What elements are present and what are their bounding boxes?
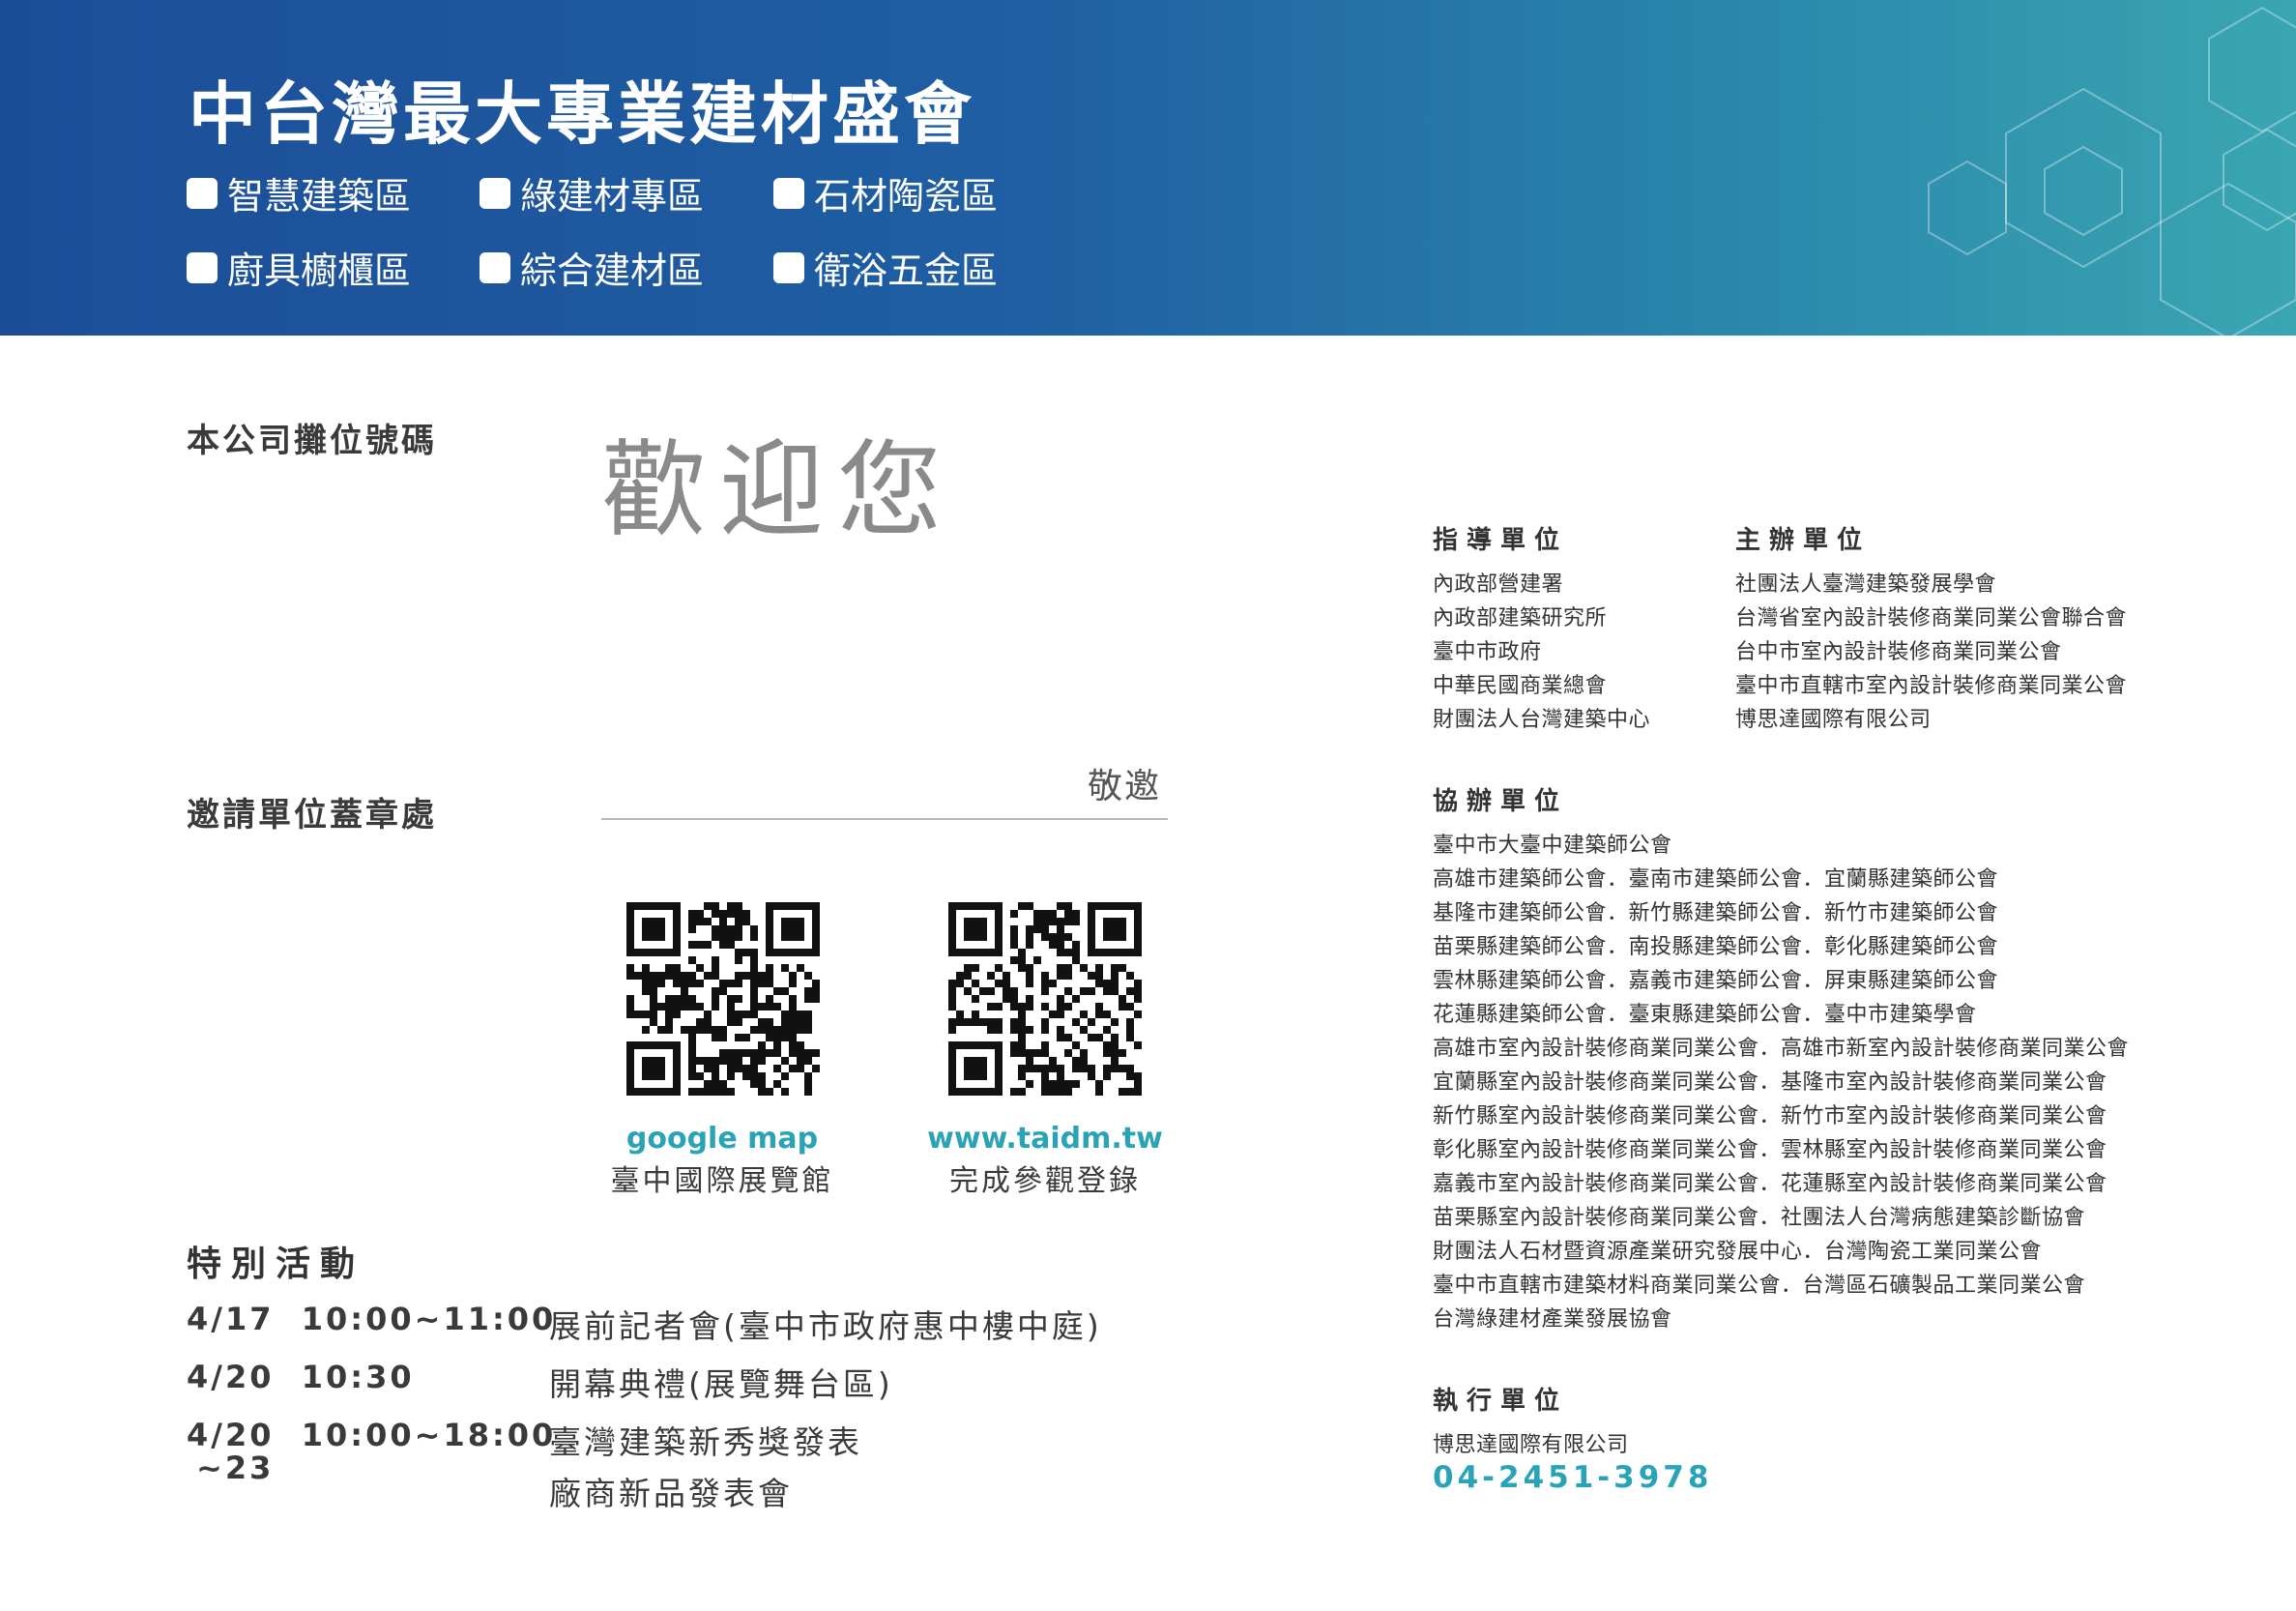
qr-caption-google-map: google map	[625, 1122, 819, 1156]
booth-number-label: 本公司攤位號碼	[187, 422, 437, 460]
hexagon-decoration-icon	[1928, 6, 2296, 336]
banner-title: 中台灣最大專業建材盛會	[189, 74, 975, 154]
co-unit-item: 基隆市建築師公會．新竹縣建築師公會．新竹市建築師公會	[1433, 901, 1999, 925]
welcome-text: 歡迎您	[601, 430, 956, 551]
host-unit-item: 博思達國際有限公司	[1735, 708, 1932, 732]
exec-company: 博思達國際有限公司	[1433, 1433, 1629, 1457]
zone-label: 廚具櫥櫃區	[227, 249, 412, 292]
zone-item: 廚具櫥櫃區	[187, 241, 411, 294]
zone-label: 綠建材專區	[520, 175, 705, 218]
zone-label: 綜合建材區	[520, 249, 705, 292]
qr-caption-website: www.taidm.tw	[927, 1122, 1163, 1156]
checkbox-icon	[480, 251, 510, 283]
zone-item: 衛浴五金區	[773, 241, 998, 294]
checkbox-icon	[480, 177, 510, 209]
co-unit-item: 台灣綠建材產業發展協會	[1433, 1307, 1672, 1332]
host-units-title: 主辦單位	[1735, 526, 1872, 555]
activities-title: 特別活動	[187, 1245, 365, 1284]
co-unit-item: 新竹縣室內設計裝修商業同業公會．新竹市室內設計裝修商業同業公會	[1433, 1104, 2107, 1128]
activity-date: 4/17 10:00~11:00	[187, 1301, 557, 1337]
activity-desc-2: 廠商新品發表會	[549, 1475, 793, 1512]
guide-units-title: 指導單位	[1433, 526, 1569, 555]
exec-unit-title: 執行單位	[1433, 1387, 1569, 1416]
co-unit-item: 臺中市大臺中建築師公會	[1433, 834, 1672, 858]
guide-unit-item: 臺中市政府	[1433, 640, 1542, 664]
co-unit-item: 高雄市室內設計裝修商業同業公會．高雄市新室內設計裝修商業同業公會	[1433, 1037, 2130, 1061]
co-unit-item: 苗栗縣建築師公會．南投縣建築師公會．彰化縣建築師公會	[1433, 935, 1999, 959]
co-units-title: 協辦單位	[1433, 787, 1569, 816]
host-unit-item: 台中市室內設計裝修商業同業公會	[1735, 640, 2062, 664]
zone-label: 智慧建築區	[227, 175, 412, 218]
zone-item: 綜合建材區	[480, 241, 704, 294]
co-unit-item: 宜蘭縣室內設計裝修商業同業公會．基隆市室內設計裝修商業同業公會	[1433, 1070, 2107, 1095]
stamp-area-label: 邀請單位蓋章處	[187, 796, 437, 835]
header-banner: 中台灣最大專業建材盛會 智慧建築區 綠建材專區 石材陶瓷區 廚具櫥櫃區 綜合建材…	[0, 0, 2296, 336]
host-unit-item: 台灣省室內設計裝修商業同業公會聯合會	[1735, 606, 2128, 630]
co-unit-item: 高雄市建築師公會．臺南市建築師公會．宜蘭縣建築師公會	[1433, 867, 1999, 892]
zone-item: 智慧建築區	[187, 166, 411, 220]
co-unit-item: 彰化縣室內設計裝修商業同業公會．雲林縣室內設計裝修商業同業公會	[1433, 1138, 2107, 1162]
contact-phone: 04-2451-3978	[1433, 1460, 1713, 1495]
zone-label: 衛浴五金區	[814, 249, 999, 292]
activity-date-end: ~23	[196, 1450, 275, 1486]
checkbox-icon	[773, 177, 804, 209]
signature-line	[601, 818, 1168, 820]
zone-item: 綠建材專區	[480, 166, 704, 220]
co-unit-item: 花蓮縣建築師公會．臺東縣建築師公會．臺中市建築學會	[1433, 1003, 1977, 1027]
guide-unit-item: 內政部營建署	[1433, 572, 1564, 597]
invite-text: 敬邀	[1088, 767, 1162, 806]
activity-date: 4/20 10:30	[187, 1359, 415, 1395]
co-unit-item: 嘉義市室內設計裝修商業同業公會．花蓮縣室內設計裝修商業同業公會	[1433, 1172, 2107, 1196]
zone-item: 石材陶瓷區	[773, 166, 998, 220]
co-unit-item: 苗栗縣室內設計裝修商業同業公會．社團法人台灣病態建築診斷協會	[1433, 1206, 2086, 1230]
activity-date: 4/20 10:00~18:00	[187, 1417, 557, 1453]
guide-unit-item: 中華民國商業總會	[1433, 674, 1608, 698]
guide-unit-item: 財團法人台灣建築中心	[1433, 708, 1651, 732]
checkbox-icon	[773, 251, 804, 283]
co-unit-item: 雲林縣建築師公會．嘉義市建築師公會．屏東縣建築師公會	[1433, 969, 1999, 993]
activity-desc: 展前記者會(臺中市政府惠中樓中庭)	[549, 1307, 1102, 1345]
guide-unit-item: 內政部建築研究所	[1433, 606, 1608, 630]
activity-desc: 開幕典禮(展覽舞台區)	[549, 1365, 893, 1403]
co-unit-item: 財團法人石材暨資源產業研究發展中心．台灣陶瓷工業同業公會	[1433, 1240, 2043, 1264]
checkbox-icon	[187, 251, 218, 283]
co-unit-item: 臺中市直轄市建築材料商業同業公會．台灣區石礦製品工業同業公會	[1433, 1274, 2086, 1298]
zone-label: 石材陶瓷區	[814, 175, 999, 218]
checkbox-icon	[187, 177, 218, 209]
activity-desc: 臺灣建築新秀獎發表	[549, 1423, 862, 1461]
host-unit-item: 臺中市直轄市室內設計裝修商業同業公會	[1735, 674, 2128, 698]
qr-code-icon	[626, 902, 820, 1096]
host-unit-item: 社團法人臺灣建築發展學會	[1735, 572, 1997, 597]
qr-code-icon	[948, 902, 1142, 1096]
qr-caption-venue: 臺中國際展覽館	[610, 1164, 834, 1198]
qr-caption-registration: 完成參觀登錄	[949, 1164, 1141, 1198]
